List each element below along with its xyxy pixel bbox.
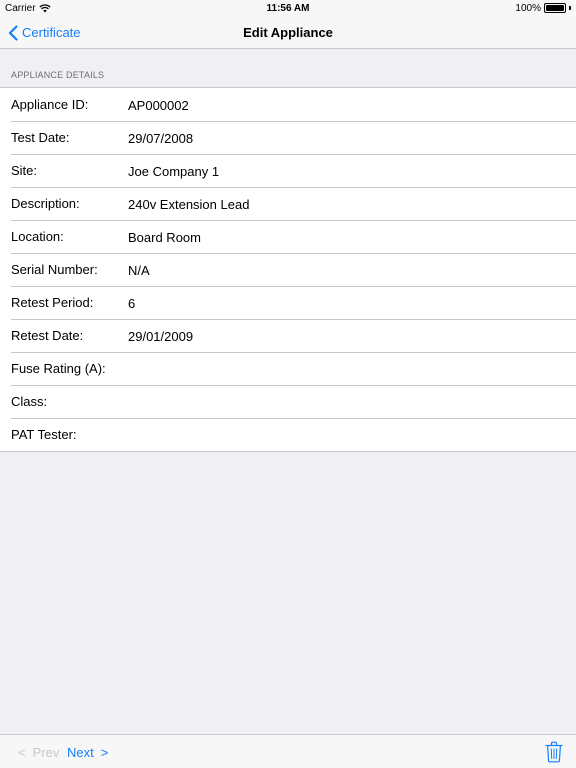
trash-icon[interactable] <box>545 741 563 763</box>
field-value[interactable]: 29/01/2009 <box>128 329 193 344</box>
field-label: Appliance ID: <box>11 97 89 112</box>
field-value[interactable]: 240v Extension Lead <box>128 197 249 212</box>
battery-fill <box>546 5 564 11</box>
status-bar: Carrier 11:56 AM 100% <box>0 0 576 16</box>
field-value[interactable]: Board Room <box>128 230 201 245</box>
field-value[interactable]: N/A <box>128 263 150 278</box>
field-label: Retest Period: <box>11 295 94 310</box>
field-row-description[interactable]: Description: 240v Extension Lead <box>0 187 576 220</box>
field-row-site[interactable]: Site: Joe Company 1 <box>0 154 576 187</box>
chevron-left-icon <box>8 24 18 41</box>
field-label: Site: <box>11 163 38 178</box>
wifi-icon <box>38 3 51 12</box>
field-row-test-date[interactable]: Test Date: 29/07/2008 <box>0 121 576 154</box>
next-chevron-icon: > <box>100 744 109 760</box>
field-row-fuse-rating[interactable]: Fuse Rating (A): <box>0 352 576 385</box>
field-label: Class: <box>11 394 48 409</box>
field-label: PAT Tester: <box>11 427 77 442</box>
battery-percent: 100% <box>515 2 541 14</box>
field-value[interactable]: AP000002 <box>128 98 189 113</box>
prev-chevron-icon: < <box>18 744 26 760</box>
field-label: Location: <box>11 229 64 244</box>
field-row-retest-period[interactable]: Retest Period: 6 <box>0 286 576 319</box>
field-value[interactable]: Joe Company 1 <box>128 164 219 179</box>
status-right: 100% <box>515 3 571 14</box>
prev-button[interactable]: < Prev <box>18 735 59 768</box>
appliance-details-table: Appliance ID: AP000002 Test Date: 29/07/… <box>0 87 576 452</box>
field-value[interactable]: 6 <box>128 296 135 311</box>
status-left: Carrier <box>5 3 51 14</box>
field-row-appliance-id[interactable]: Appliance ID: AP000002 <box>0 88 576 121</box>
field-row-location[interactable]: Location: Board Room <box>0 220 576 253</box>
carrier-label: Carrier <box>5 2 36 14</box>
battery-tip <box>569 6 571 10</box>
field-row-pat-tester[interactable]: PAT Tester: <box>0 418 576 451</box>
status-time: 11:56 AM <box>266 2 310 14</box>
battery-icon <box>544 3 566 13</box>
next-button[interactable]: Next > <box>67 735 108 768</box>
field-label: Test Date: <box>11 130 70 145</box>
navigation-bar: Certificate Edit Appliance <box>0 16 576 49</box>
back-button[interactable]: Certificate <box>8 16 81 49</box>
field-label: Fuse Rating (A): <box>11 361 106 376</box>
back-button-label: Certificate <box>22 25 81 40</box>
next-button-label: Next <box>67 744 94 760</box>
field-value[interactable]: 29/07/2008 <box>128 131 193 146</box>
field-row-serial-number[interactable]: Serial Number: N/A <box>0 253 576 286</box>
field-label: Retest Date: <box>11 328 84 343</box>
bottom-toolbar: < Prev Next > <box>0 734 576 768</box>
section-header: APPLIANCE DETAILS <box>11 70 105 80</box>
page-title: Edit Appliance <box>243 25 333 40</box>
field-row-class[interactable]: Class: <box>0 385 576 418</box>
field-label: Serial Number: <box>11 262 98 277</box>
prev-button-label: Prev <box>32 744 60 760</box>
field-label: Description: <box>11 196 80 211</box>
field-row-retest-date[interactable]: Retest Date: 29/01/2009 <box>0 319 576 352</box>
